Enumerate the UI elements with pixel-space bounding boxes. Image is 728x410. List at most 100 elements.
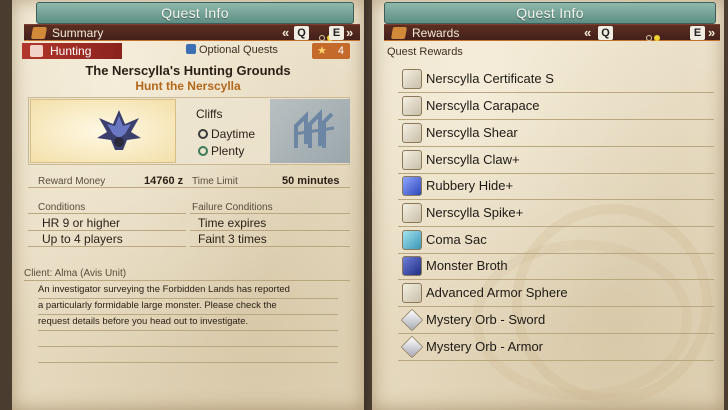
hunting-icon: [30, 45, 43, 57]
sun-icon: [198, 129, 208, 139]
quest-name: The Nerscylla's Hunting Grounds: [85, 63, 291, 78]
divider: [190, 230, 350, 231]
star-rating: ★ 4: [312, 43, 350, 59]
optional-quests-label: Optional Quests: [199, 44, 278, 56]
reward-name: Monster Broth: [426, 258, 508, 273]
prev-arrows: «: [584, 25, 592, 40]
reward-item[interactable]: Nerscylla Carapace: [398, 93, 714, 120]
tab-rewards[interactable]: Rewards: [412, 26, 459, 40]
rewards-header: Quest Rewards: [387, 46, 463, 58]
prev-tab-key[interactable]: Q: [598, 26, 613, 40]
panel-title: Quest Info: [384, 2, 716, 24]
claw-icon: [402, 150, 422, 170]
quest-subtitle: Hunt the Nerscylla: [135, 79, 241, 93]
monster-portrait: [30, 99, 176, 163]
divider: [38, 330, 338, 331]
quest-rewards-panel: Quest Info Rewards « Q E » Quest Rewards…: [372, 0, 724, 410]
sac-icon: [402, 230, 422, 250]
page-dots: [646, 30, 662, 44]
optional-quests-indicator: Optional Quests: [186, 44, 278, 56]
broth-icon: [402, 256, 422, 276]
divider: [38, 314, 338, 315]
location-name: Cliffs: [196, 107, 223, 121]
divider: [190, 213, 350, 214]
quest-description: An investigator surveying the Forbidden …: [38, 282, 338, 330]
description-line: An investigator surveying the Forbidden …: [38, 284, 290, 295]
reward-item[interactable]: Mystery Orb - Sword: [398, 307, 714, 334]
nerscylla-icon: [97, 110, 141, 150]
environment-icon: [198, 146, 208, 156]
reward-name: Coma Sac: [426, 232, 487, 247]
condition-item: HR 9 or higher: [42, 216, 121, 230]
spike-icon: [402, 203, 422, 223]
failure-condition-item: Faint 3 times: [198, 232, 267, 246]
mystery-orb-icon: [400, 308, 424, 332]
reward-item[interactable]: Rubbery Hide+: [398, 173, 714, 200]
summary-tab-icon: [30, 27, 48, 39]
reward-item[interactable]: Coma Sac: [398, 227, 714, 254]
reward-item[interactable]: Mystery Orb - Armor: [398, 334, 714, 361]
reward-item[interactable]: Nerscylla Certificate S: [398, 66, 714, 93]
time-limit-label: Time Limit: [192, 176, 238, 187]
reward-item[interactable]: Nerscylla Claw+: [398, 147, 714, 174]
reward-name: Nerscylla Spike+: [426, 205, 524, 220]
quest-summary-panel: Quest Info Summary « Q E » Hunting Optio…: [12, 0, 364, 410]
summary-tab-bar[interactable]: Summary « Q E »: [24, 24, 360, 41]
divider: [38, 346, 338, 347]
conditions-label: Conditions: [38, 202, 86, 213]
client-name: Client: Alma (Avis Unit): [24, 268, 127, 279]
hide-icon: [402, 176, 422, 196]
reward-name: Nerscylla Certificate S: [426, 71, 554, 86]
divider: [38, 298, 338, 299]
reward-item[interactable]: Nerscylla Shear: [398, 120, 714, 147]
description-line: a particularly formidable large monster.…: [38, 300, 277, 311]
prev-tab-key[interactable]: Q: [294, 26, 309, 40]
reward-money-label: Reward Money: [38, 176, 106, 187]
divider: [28, 187, 350, 188]
time-limit-value: 50 minutes: [282, 175, 340, 187]
next-tab-key[interactable]: E: [329, 26, 344, 40]
divider: [28, 230, 186, 231]
reward-name: Rubbery Hide+: [426, 178, 514, 193]
panel-title: Quest Info: [36, 2, 354, 24]
tab-summary[interactable]: Summary: [52, 26, 103, 40]
reward-name: Mystery Orb - Sword: [426, 312, 546, 327]
reward-name: Nerscylla Shear: [426, 125, 518, 140]
star-icon: ★: [317, 45, 327, 57]
environment-label: Plenty: [211, 144, 245, 158]
description-line: request details before you head out to i…: [38, 316, 249, 327]
rewards-tab-bar[interactable]: Rewards « Q E »: [384, 24, 720, 41]
shear-icon: [402, 123, 422, 143]
divider: [24, 280, 350, 281]
next-arrows: »: [346, 25, 354, 40]
carapace-icon: [402, 96, 422, 116]
reward-item[interactable]: Nerscylla Spike+: [398, 200, 714, 227]
quest-type-badge: Hunting: [22, 43, 122, 59]
time-of-day: Daytime: [198, 127, 255, 141]
optional-quests-icon: [186, 44, 196, 54]
reward-name: Nerscylla Carapace: [426, 98, 540, 113]
divider: [190, 246, 350, 247]
failure-conditions-label: Failure Conditions: [192, 202, 273, 213]
condition-item: Up to 4 players: [42, 232, 123, 246]
certificate-icon: [402, 69, 422, 89]
quest-type-label: Hunting: [50, 44, 92, 58]
next-arrows: »: [708, 25, 716, 40]
divider: [28, 213, 186, 214]
armor-sphere-icon: [402, 283, 422, 303]
failure-condition-item: Time expires: [198, 216, 267, 230]
divider: [28, 246, 186, 247]
reward-item[interactable]: Monster Broth: [398, 253, 714, 280]
time-of-day-label: Daytime: [211, 127, 256, 141]
reward-name: Nerscylla Claw+: [426, 152, 520, 167]
star-rating-value: 4: [337, 45, 344, 57]
reward-name: Advanced Armor Sphere: [426, 285, 568, 300]
divider: [38, 362, 338, 363]
next-tab-key[interactable]: E: [690, 26, 705, 40]
rewards-tab-icon: [390, 27, 408, 39]
reward-money-value: 14760 z: [144, 175, 184, 187]
reward-name: Mystery Orb - Armor: [426, 339, 544, 354]
cliffs-map-icon: [293, 109, 335, 148]
environment: Plenty: [198, 144, 244, 158]
reward-item[interactable]: Advanced Armor Sphere: [398, 280, 714, 307]
